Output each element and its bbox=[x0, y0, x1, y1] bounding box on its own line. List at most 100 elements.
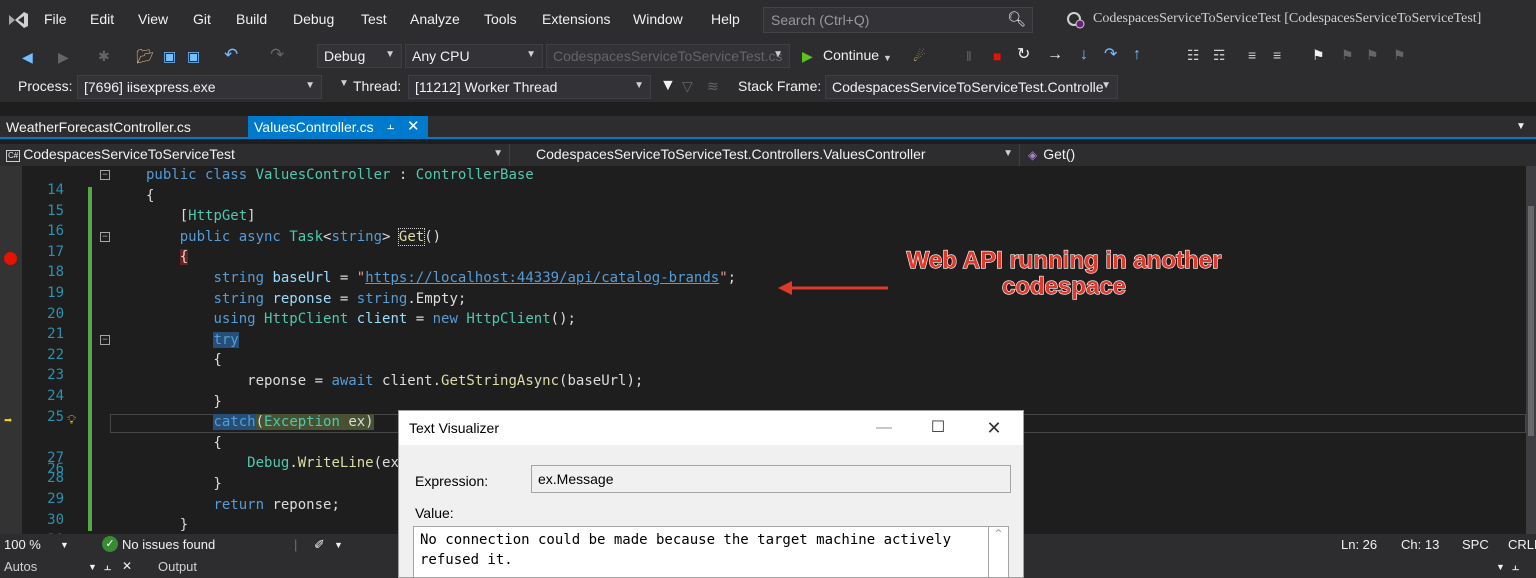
annotation-callout: Web API running in another codespace bbox=[906, 247, 1222, 300]
line-number: Ln: 26 bbox=[1341, 537, 1378, 552]
stop-icon[interactable]: ■ bbox=[993, 49, 1001, 63]
save-all-icon[interactable]: ▣ bbox=[187, 49, 200, 63]
code-line: 16 [HttpGet] bbox=[47, 208, 256, 240]
value-textbox[interactable]: No connection could be made because the … bbox=[413, 526, 989, 577]
save-icon[interactable]: ▣ bbox=[163, 49, 176, 63]
expression-field[interactable]: ex.Message bbox=[531, 465, 1011, 493]
startup-item-dropdown[interactable]: CodespacesServiceToServiceTest.cs ▼ bbox=[546, 44, 790, 68]
clear-bookmarks-icon[interactable]: ⚑ bbox=[1393, 48, 1406, 62]
stack-frame-dropdown[interactable]: CodespacesServiceToServiceTest.Controlle… bbox=[825, 75, 1118, 99]
collapse-icon[interactable]: − bbox=[100, 334, 110, 345]
flag-threads-icon[interactable]: ▽ bbox=[682, 79, 693, 93]
code-line: 14 − public class ValuesController : Con… bbox=[47, 167, 534, 198]
whitespace-mode[interactable]: SPC bbox=[1462, 537, 1489, 552]
scroll-up-icon[interactable]: ⌃ bbox=[993, 527, 1003, 541]
chevron-down-icon: ▼ bbox=[1003, 148, 1013, 159]
step-out-icon[interactable]: ↑ bbox=[1133, 47, 1141, 63]
member-dropdown[interactable]: ◈ Get() bbox=[1022, 144, 1526, 166]
dialog-titlebar[interactable]: Text Visualizer — ☐ ✕ bbox=[399, 411, 1023, 445]
thread-dropdown[interactable]: [11212] Worker Thread ▼ bbox=[408, 75, 651, 99]
chevron-down-icon[interactable]: ▼ bbox=[88, 562, 97, 572]
scrollbar-thumb[interactable] bbox=[1528, 206, 1534, 436]
chevron-down-icon[interactable]: ▼ bbox=[883, 51, 892, 65]
threads-icon[interactable]: ☷ bbox=[1187, 48, 1200, 62]
class-dropdown[interactable]: CodespacesServiceToServiceTest.Controlle… bbox=[530, 144, 1020, 166]
next-bookmark-icon[interactable]: ⚑ bbox=[1366, 48, 1379, 62]
execution-pointer-icon: ➡ bbox=[4, 413, 13, 430]
menu-help[interactable]: Help bbox=[711, 11, 740, 27]
toggle-flag-icon[interactable]: ≋ bbox=[707, 79, 719, 93]
continue-button[interactable]: Continue bbox=[823, 47, 879, 63]
thread-flag-icon[interactable]: ☶ bbox=[1213, 48, 1226, 62]
close-icon[interactable]: ✕ bbox=[122, 559, 132, 573]
chevron-down-icon[interactable]: ▼ bbox=[1496, 562, 1505, 572]
issues-status[interactable]: No issues found bbox=[122, 537, 215, 552]
api-url-link[interactable]: https://localhost:44339/api/catalog-bran… bbox=[365, 270, 719, 286]
line-ending[interactable]: CRLF bbox=[1508, 537, 1536, 552]
step-over-icon[interactable]: ↷ bbox=[1104, 47, 1117, 63]
menu-extensions[interactable]: Extensions bbox=[542, 11, 610, 27]
pin-icon[interactable]: ⫠ bbox=[104, 559, 111, 574]
menu-analyze[interactable]: Analyze bbox=[410, 11, 460, 27]
collapse-icon[interactable]: − bbox=[100, 170, 110, 180]
close-icon[interactable]: ✕ bbox=[407, 117, 420, 135]
menu-edit[interactable]: Edit bbox=[90, 11, 114, 27]
hot-reload-icon[interactable]: ☄ bbox=[913, 49, 926, 63]
undo-icon[interactable]: ↶ bbox=[224, 46, 238, 63]
debug-location-toolbar: Process: [7696] iisexpress.exe ▼ ▼ Thread… bbox=[0, 72, 1536, 102]
menu-debug[interactable]: Debug bbox=[293, 11, 334, 27]
redo-icon[interactable]: ↷ bbox=[270, 46, 284, 63]
autos-window-title[interactable]: Autos bbox=[4, 559, 37, 574]
menu-file[interactable]: File bbox=[44, 11, 67, 27]
code-line: 19 string baseUrl = "https://localhost:4… bbox=[47, 270, 737, 301]
project-dropdown[interactable]: C# CodespacesServiceToServiceTest ▼ bbox=[0, 144, 510, 166]
chevron-down-icon[interactable]: ▼ bbox=[339, 78, 349, 89]
back-icon[interactable]: ◀ bbox=[22, 50, 33, 64]
new-item-icon[interactable]: ✱ bbox=[98, 49, 110, 63]
show-next-statement-icon[interactable]: → bbox=[1047, 47, 1063, 63]
collapse-icon[interactable]: − bbox=[100, 231, 110, 242]
pause-icon[interactable]: ‖ bbox=[966, 49, 972, 63]
process-dropdown[interactable]: [7696] iisexpress.exe ▼ bbox=[77, 75, 322, 99]
lightbulb-icon[interactable]: 💡︎ bbox=[67, 413, 76, 428]
platform-dropdown[interactable]: Any CPU ▼ bbox=[405, 44, 543, 68]
pin-icon[interactable]: ⫠ bbox=[1512, 559, 1519, 574]
chevron-down-icon: ▼ bbox=[305, 80, 315, 91]
thread-label: Thread: bbox=[353, 78, 402, 94]
document-tabs: WeatherForecastController.cs ValuesContr… bbox=[0, 116, 1536, 139]
menu-git[interactable]: Git bbox=[193, 11, 211, 27]
bookmark-icon[interactable]: ⚑ bbox=[1312, 48, 1325, 62]
prev-bookmark-icon[interactable]: ⚑ bbox=[1341, 48, 1354, 62]
search-input[interactable]: Search (Ctrl+Q) 🔍︎ bbox=[763, 7, 1033, 33]
menu-window[interactable]: Window bbox=[633, 11, 683, 27]
open-folder-icon[interactable]: 📂︎ bbox=[136, 49, 154, 63]
config-dropdown[interactable]: Debug ▼ bbox=[317, 44, 402, 68]
value-scrollbar[interactable]: ⌃ bbox=[989, 526, 1009, 577]
tab-valuescontroller[interactable]: ValuesController.cs ⫠ ✕ bbox=[248, 116, 428, 139]
brush-icon[interactable]: ✐ bbox=[314, 537, 325, 553]
menu-view[interactable]: View bbox=[138, 11, 168, 27]
continue-icon[interactable]: ▶ bbox=[802, 49, 813, 63]
maximize-icon[interactable]: ☐ bbox=[915, 415, 961, 441]
forward-icon[interactable]: ▶ bbox=[58, 50, 69, 64]
menu-build[interactable]: Build bbox=[236, 11, 267, 27]
zoom-dropdown[interactable]: 100 % bbox=[4, 537, 41, 552]
close-icon[interactable]: ✕ bbox=[971, 415, 1017, 441]
output-window-title[interactable]: Output bbox=[158, 559, 197, 574]
menu-test[interactable]: Test bbox=[361, 11, 387, 27]
minimize-icon[interactable]: — bbox=[861, 415, 907, 441]
tab-overflow-icon[interactable]: ▼ bbox=[1516, 121, 1526, 132]
chevron-down-icon[interactable]: ▼ bbox=[60, 540, 69, 550]
tab-weatherforecastcontroller[interactable]: WeatherForecastController.cs bbox=[0, 116, 242, 139]
menu-tools[interactable]: Tools bbox=[484, 11, 517, 27]
uncomment-icon[interactable]: ≡ bbox=[1273, 48, 1281, 62]
step-into-icon[interactable]: ↓ bbox=[1080, 47, 1088, 63]
editor-scrollbar[interactable] bbox=[1526, 166, 1536, 534]
filter-icon[interactable]: ▼ bbox=[660, 78, 676, 94]
restart-icon[interactable]: ↻ bbox=[1017, 47, 1030, 63]
breakpoint-icon[interactable] bbox=[4, 252, 17, 266]
annotation-arrow-icon bbox=[778, 281, 888, 295]
comment-icon[interactable]: ≡ bbox=[1248, 48, 1256, 62]
pin-icon[interactable]: ⫠ bbox=[387, 118, 394, 133]
chevron-down-icon[interactable]: ▼ bbox=[334, 540, 343, 550]
